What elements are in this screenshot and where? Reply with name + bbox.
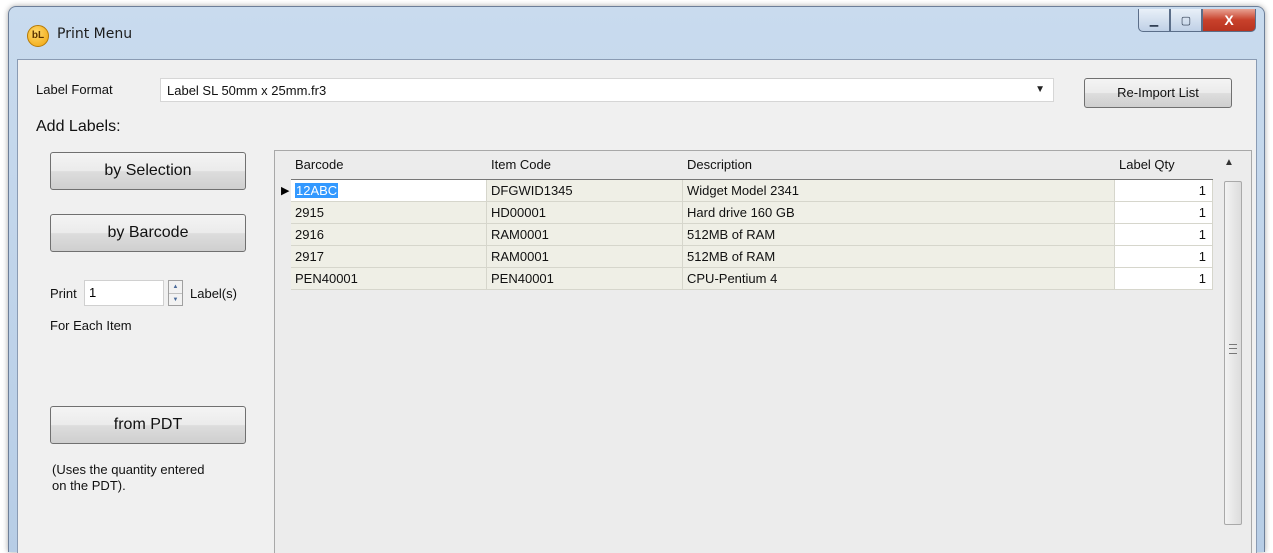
print-menu-window: bL Print Menu ▁ ▢ X Label Format Label S… bbox=[8, 6, 1265, 553]
scrollbar-thumb[interactable] bbox=[1224, 181, 1242, 525]
title-bar[interactable]: bL Print Menu ▁ ▢ X bbox=[9, 7, 1264, 57]
label-format-value: Label SL 50mm x 25mm.fr3 bbox=[167, 83, 327, 98]
current-row-arrow-icon: ▶ bbox=[281, 185, 290, 197]
cell-barcode[interactable]: PEN40001 bbox=[291, 268, 487, 290]
for-each-item-label: For Each Item bbox=[50, 318, 132, 333]
cell-barcode[interactable]: 2916 bbox=[291, 224, 487, 246]
pdt-note-line2: on the PDT). bbox=[52, 478, 126, 493]
cell-description[interactable]: Widget Model 2341 bbox=[683, 180, 1115, 202]
cell-barcode[interactable]: 12ABC bbox=[291, 180, 487, 202]
column-header-item-code[interactable]: Item Code bbox=[487, 151, 683, 179]
table-row[interactable]: 2916 RAM0001 512MB of RAM 1 bbox=[275, 224, 1213, 246]
cell-label-qty[interactable]: 1 bbox=[1115, 224, 1213, 246]
cell-item-code[interactable]: RAM0001 bbox=[487, 246, 683, 268]
table-row[interactable]: PEN40001 PEN40001 CPU-Pentium 4 1 bbox=[275, 268, 1213, 290]
pdt-note-line1: (Uses the quantity entered bbox=[52, 462, 205, 477]
table-row[interactable]: ▶ 12ABC DFGWID1345 Widget Model 2341 1 bbox=[275, 180, 1213, 202]
caption-buttons: ▁ ▢ X bbox=[1138, 9, 1256, 33]
cell-item-code[interactable]: PEN40001 bbox=[487, 268, 683, 290]
app-logo-icon: bL bbox=[27, 25, 49, 47]
label-format-label: Label Format bbox=[36, 82, 113, 97]
cell-label-qty[interactable]: 1 bbox=[1115, 180, 1213, 202]
column-header-description[interactable]: Description bbox=[683, 151, 1115, 179]
cell-item-code[interactable]: DFGWID1345 bbox=[487, 180, 683, 202]
by-barcode-button[interactable]: by Barcode bbox=[50, 214, 246, 252]
cell-label-qty[interactable]: 1 bbox=[1115, 268, 1213, 290]
column-header-barcode[interactable]: Barcode bbox=[291, 151, 487, 179]
maximize-button[interactable]: ▢ bbox=[1170, 9, 1202, 32]
vertical-scrollbar[interactable]: ▲ bbox=[1213, 151, 1251, 553]
row-indicator[interactable] bbox=[275, 246, 291, 268]
cell-label-qty[interactable]: 1 bbox=[1115, 202, 1213, 224]
cell-label-qty[interactable]: 1 bbox=[1115, 246, 1213, 268]
row-indicator[interactable] bbox=[275, 202, 291, 224]
scroll-up-arrow-icon[interactable]: ▲ bbox=[1224, 157, 1234, 168]
cell-item-code[interactable]: HD00001 bbox=[487, 202, 683, 224]
minimize-button[interactable]: ▁ bbox=[1138, 9, 1170, 32]
reimport-list-button[interactable]: Re-Import List bbox=[1084, 78, 1232, 108]
add-labels-heading: Add Labels: bbox=[36, 118, 121, 135]
window-title: Print Menu bbox=[57, 26, 133, 42]
cell-description[interactable]: Hard drive 160 GB bbox=[683, 202, 1115, 224]
cell-item-code[interactable]: RAM0001 bbox=[487, 224, 683, 246]
labels-grid[interactable]: Barcode Item Code Description Label Qty … bbox=[274, 150, 1252, 553]
quantity-stepper[interactable]: ▲ ▼ bbox=[168, 280, 183, 306]
pdt-note: (Uses the quantity entered on the PDT). bbox=[52, 462, 204, 494]
from-pdt-button[interactable]: from PDT bbox=[50, 406, 246, 444]
table-row[interactable]: 2915 HD00001 Hard drive 160 GB 1 bbox=[275, 202, 1213, 224]
close-button[interactable]: X bbox=[1202, 9, 1256, 32]
client-area: Label Format Label SL 50mm x 25mm.fr3 ▼ … bbox=[17, 59, 1257, 553]
by-selection-button[interactable]: by Selection bbox=[50, 152, 246, 190]
cell-description[interactable]: CPU-Pentium 4 bbox=[683, 268, 1115, 290]
grid-header: Barcode Item Code Description Label Qty bbox=[275, 151, 1213, 179]
cell-description[interactable]: 512MB of RAM bbox=[683, 246, 1115, 268]
column-header-label-qty[interactable]: Label Qty bbox=[1115, 151, 1213, 179]
label-format-dropdown[interactable]: Label SL 50mm x 25mm.fr3 ▼ bbox=[160, 78, 1054, 102]
cell-description[interactable]: 512MB of RAM bbox=[683, 224, 1115, 246]
print-label: Print bbox=[50, 286, 77, 301]
chevron-down-icon[interactable]: ▼ bbox=[169, 294, 182, 306]
cell-barcode[interactable]: 2915 bbox=[291, 202, 487, 224]
row-indicator[interactable] bbox=[275, 268, 291, 290]
chevron-up-icon[interactable]: ▲ bbox=[169, 281, 182, 294]
print-quantity-input[interactable]: 1 bbox=[84, 280, 164, 306]
row-indicator[interactable] bbox=[275, 224, 291, 246]
cell-barcode[interactable]: 2917 bbox=[291, 246, 487, 268]
scrollbar-grip-icon bbox=[1229, 344, 1237, 354]
labels-suffix: Label(s) bbox=[190, 286, 237, 301]
dropdown-arrow-icon[interactable]: ▼ bbox=[1035, 84, 1045, 95]
table-row[interactable]: 2917 RAM0001 512MB of RAM 1 bbox=[275, 246, 1213, 268]
row-indicator[interactable]: ▶ bbox=[275, 180, 291, 202]
